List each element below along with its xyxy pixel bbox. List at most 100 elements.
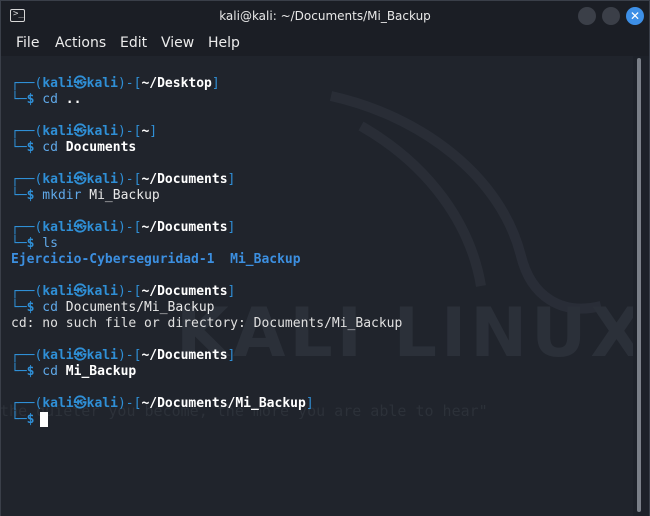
prompt-line: ┌──(kali㉿kali)-[~/Documents] (11, 348, 235, 364)
prompt-frame: )-[ (117, 348, 142, 363)
prompt-frame: └─ (11, 412, 27, 427)
menu-actions[interactable]: Actions (55, 35, 106, 51)
prompt-user: kali (42, 348, 74, 363)
prompt-at: ㉿ (73, 220, 87, 235)
menu-view[interactable]: View (161, 35, 194, 51)
output-line: cd: no such file or directory: Documents… (11, 316, 402, 332)
minimize-button[interactable] (578, 7, 596, 25)
command-arg: Documents/Mi_Backup (57, 300, 215, 315)
prompt-frame: )-[ (117, 284, 142, 299)
prompt-frame: ┌──( (11, 172, 43, 187)
prompt-user: kali (42, 172, 74, 187)
prompt-line: ┌──(kali㉿kali)-[~/Desktop] (11, 76, 220, 92)
prompt-frame: ┌──( (11, 220, 43, 235)
prompt-frame: ] (305, 396, 314, 411)
prompt-frame: └─ (11, 140, 27, 155)
command-arg: Mi_Backup (57, 364, 137, 379)
prompt-frame: ] (227, 220, 236, 235)
scrollbar-thumb[interactable] (637, 58, 641, 512)
prompt-frame: ┌──( (11, 348, 43, 363)
prompt-host: kali (86, 76, 118, 91)
prompt-frame: └─ (11, 300, 27, 315)
command-name: cd (34, 140, 58, 155)
prompt-host: kali (86, 348, 118, 363)
prompt-frame: ┌──( (11, 284, 43, 299)
command-name: cd (34, 300, 58, 315)
prompt-frame: )-[ (117, 396, 142, 411)
prompt-frame: ┌──( (11, 124, 43, 139)
output-line: Ejercicio-Cyberseguridad-1 Mi_Backup (11, 252, 301, 268)
prompt-path: ~/Documents/Mi_Backup (141, 396, 306, 411)
terminal-window: >_ kali@kali: ~/Documents/Mi_Backup ✕ Fi… (0, 0, 650, 516)
command-arg: Mi_Backup (81, 188, 160, 203)
prompt-user: kali (42, 396, 74, 411)
prompt-frame: )-[ (117, 172, 142, 187)
prompt-path: ~/Documents (141, 284, 228, 299)
maximize-button[interactable] (602, 7, 620, 25)
prompt-line: ┌──(kali㉿kali)-[~/Documents/Mi_Backup] (11, 396, 314, 412)
prompt-frame: ┌──( (11, 76, 43, 91)
command-line: └─$ cd Documents (11, 140, 136, 156)
menu-bar: File Actions Edit View Help (1, 32, 649, 56)
prompt-user: kali (42, 220, 74, 235)
window-title: kali@kali: ~/Documents/Mi_Backup (219, 9, 431, 23)
directory-listing: Ejercicio-Cyberseguridad-1 Mi_Backup (11, 252, 301, 267)
menu-edit[interactable]: Edit (120, 35, 147, 51)
prompt-frame: └─ (11, 364, 27, 379)
command-line: └─$ cd .. (11, 92, 81, 108)
prompt-frame: )-[ (117, 220, 142, 235)
prompt-at: ㉿ (73, 172, 87, 187)
prompt-user: kali (42, 76, 74, 91)
prompt-symbol: $ (26, 412, 35, 427)
command-line: └─$ ls (11, 236, 58, 252)
command-name: mkdir (34, 188, 82, 203)
prompt-frame: ] (227, 348, 236, 363)
svg-text:KALI LINUX: KALI LINUX (176, 294, 633, 373)
prompt-host: kali (86, 220, 118, 235)
prompt-path: ~/Documents (141, 172, 228, 187)
prompt-frame: └─ (11, 188, 27, 203)
scrollbar[interactable] (633, 56, 649, 516)
prompt-host: kali (86, 284, 118, 299)
menu-file[interactable]: File (16, 35, 39, 51)
prompt-at: ㉿ (73, 284, 87, 299)
terminal-output[interactable]: KALI LINUX "the quieter you become, the … (1, 56, 633, 516)
prompt-user: kali (42, 284, 74, 299)
prompt-at: ㉿ (73, 396, 87, 411)
prompt-frame: ] (227, 172, 236, 187)
close-button[interactable]: ✕ (626, 7, 644, 25)
prompt-line: ┌──(kali㉿kali)-[~/Documents] (11, 220, 235, 236)
command-name: cd (34, 364, 58, 379)
command-line: └─$ mkdir Mi_Backup (11, 188, 160, 204)
command-arg: Documents (57, 140, 137, 155)
text-cursor (40, 412, 49, 427)
prompt-frame: └─ (11, 92, 27, 107)
prompt-at: ㉿ (73, 348, 87, 363)
prompt-line: ┌──(kali㉿kali)-[~/Documents] (11, 172, 235, 188)
prompt-path: ~/Documents (141, 348, 228, 363)
prompt-frame: ┌──( (11, 396, 43, 411)
title-bar[interactable]: >_ kali@kali: ~/Documents/Mi_Backup ✕ (1, 1, 649, 32)
command-name: cd (34, 92, 58, 107)
command-arg: .. (57, 92, 82, 107)
command-name: ls (34, 236, 58, 251)
prompt-frame: ] (227, 284, 236, 299)
prompt-at: ㉿ (73, 76, 87, 91)
menu-help[interactable]: Help (208, 35, 240, 51)
prompt-at: ㉿ (73, 124, 87, 139)
prompt-host: kali (86, 124, 118, 139)
command-line: └─$ (11, 412, 49, 428)
prompt-path: ~/Documents (141, 220, 228, 235)
command-line: └─$ cd Documents/Mi_Backup (11, 300, 215, 316)
close-icon: ✕ (629, 9, 641, 23)
error-output: cd: no such file or directory: Documents… (11, 316, 403, 331)
prompt-frame: )-[ (117, 124, 142, 139)
prompt-frame: )-[ (117, 76, 142, 91)
prompt-frame: ] (211, 76, 220, 91)
prompt-host: kali (86, 172, 118, 187)
prompt-host: kali (86, 396, 118, 411)
command-line: └─$ cd Mi_Backup (11, 364, 136, 380)
prompt-frame: ] (149, 124, 158, 139)
prompt-user: kali (42, 124, 74, 139)
prompt-frame: └─ (11, 236, 27, 251)
